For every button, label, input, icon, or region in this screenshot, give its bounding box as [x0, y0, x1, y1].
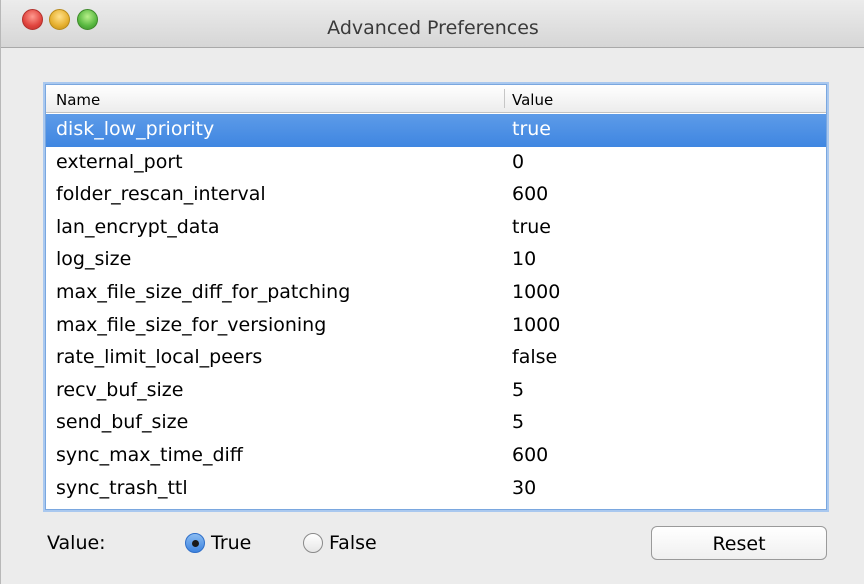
row-name-cell: sync_max_time_diff — [56, 443, 243, 466]
value-false-label[interactable]: False — [329, 532, 377, 554]
row-name-cell: rate_limit_local_peers — [56, 346, 263, 369]
column-header-value[interactable]: Value — [512, 91, 553, 109]
window-title: Advanced Preferences — [327, 17, 539, 39]
title-bar[interactable]: Advanced Preferences — [1, 0, 864, 48]
row-value-cell[interactable]: true — [512, 216, 551, 238]
table-row[interactable]: lan_encrypt_data true — [46, 212, 826, 245]
table-body: disk_low_priority true external_port 0 folde… — [46, 114, 826, 505]
value-true-radio[interactable]: True — [185, 532, 275, 556]
reset-button[interactable]: Reset — [651, 526, 827, 560]
radio-selected-icon[interactable] — [185, 533, 205, 553]
column-header-name[interactable]: Name — [56, 91, 100, 109]
row-value-cell[interactable]: 10 — [512, 248, 536, 270]
row-value-cell[interactable]: 30 — [512, 477, 536, 499]
advanced-preferences-window: Advanced Preferences Name Value disk_low… — [0, 0, 864, 584]
table-row[interactable]: disk_low_priority true — [46, 114, 826, 147]
value-label: Value: — [47, 532, 106, 554]
row-name-cell: send_buf_size — [56, 411, 189, 434]
row-name-cell: recv_buf_size — [56, 378, 184, 401]
row-value-cell[interactable]: 5 — [512, 411, 524, 433]
table-row[interactable]: send_buf_size 5 — [46, 407, 826, 440]
value-true-label[interactable]: True — [211, 532, 251, 554]
table-row[interactable]: external_port 0 — [46, 147, 826, 180]
table-row[interactable]: max_file_size_diff_for_patching 1000 — [46, 277, 826, 310]
row-name-cell: lan_encrypt_data — [56, 215, 220, 238]
row-value-cell[interactable]: true — [512, 118, 551, 140]
table-row[interactable]: sync_max_time_diff 600 — [46, 440, 826, 473]
row-name-cell: external_port — [56, 150, 183, 173]
table-row[interactable]: log_size 10 — [46, 244, 826, 277]
table-row[interactable]: sync_trash_ttl 30 — [46, 473, 826, 506]
preferences-table[interactable]: Name Value disk_low_priority true external… — [45, 84, 827, 510]
row-name-cell: sync_trash_ttl — [56, 476, 188, 499]
column-divider[interactable] — [504, 89, 505, 108]
value-false-radio[interactable]: False — [303, 532, 393, 556]
row-value-cell[interactable]: false — [512, 346, 557, 368]
table-row[interactable]: recv_buf_size 5 — [46, 375, 826, 408]
row-value-cell[interactable]: 0 — [512, 151, 524, 173]
row-value-cell[interactable]: 1000 — [512, 314, 560, 336]
table-row[interactable]: rate_limit_local_peers false — [46, 342, 826, 375]
row-name-cell: disk_low_priority — [56, 118, 215, 140]
row-value-cell[interactable]: 5 — [512, 379, 524, 401]
row-value-cell[interactable]: 600 — [512, 183, 548, 205]
row-name-cell: max_file_size_diff_for_patching — [56, 280, 351, 303]
row-name-cell: max_file_size_for_versioning — [56, 313, 327, 336]
table-row[interactable]: folder_rescan_interval 600 — [46, 179, 826, 212]
row-name-cell: folder_rescan_interval — [56, 183, 266, 206]
row-value-cell[interactable]: 600 — [512, 444, 548, 466]
row-value-cell[interactable]: 1000 — [512, 281, 560, 303]
radio-unselected-icon[interactable] — [303, 533, 323, 553]
row-name-cell: log_size — [56, 248, 132, 271]
table-header: Name Value — [46, 85, 826, 113]
table-row[interactable]: max_file_size_for_versioning 1000 — [46, 310, 826, 343]
